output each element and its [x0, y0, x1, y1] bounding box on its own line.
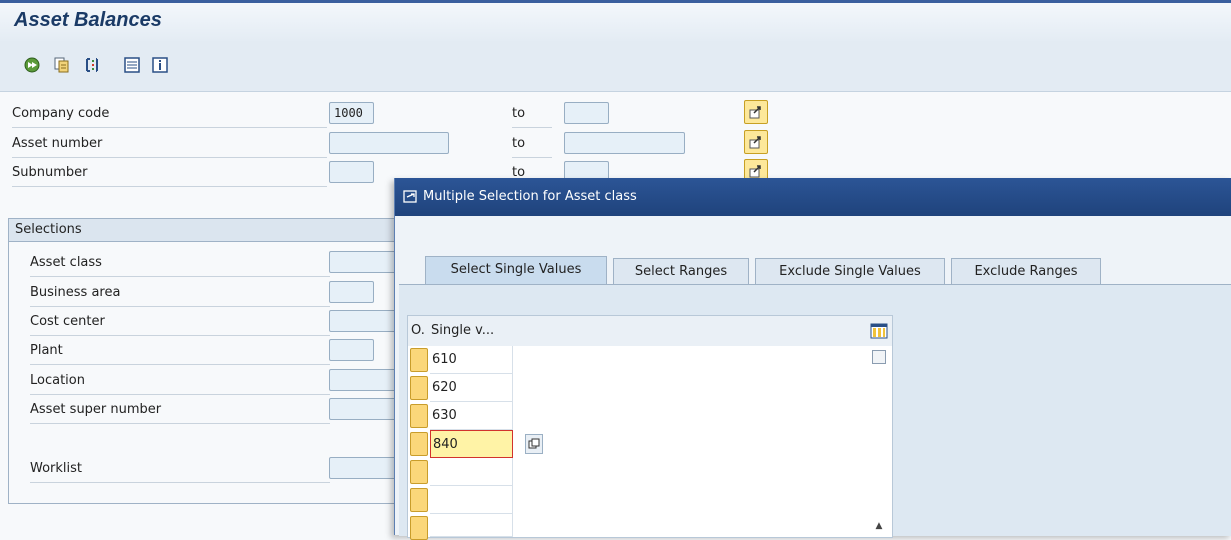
asset-number-label: Asset number [12, 131, 327, 158]
plant-input[interactable] [329, 339, 374, 361]
row-selector[interactable] [410, 516, 428, 540]
single-value-cell[interactable] [430, 458, 513, 486]
execute-icon[interactable] [22, 55, 42, 75]
asset-super-number-label: Asset super number [30, 397, 330, 424]
selections-group-header: Selections [9, 219, 401, 242]
single-value-cell[interactable] [430, 514, 513, 537]
multiple-selection-arrow-icon [749, 165, 761, 178]
asset-super-number-input[interactable] [329, 398, 399, 420]
dialog-title: Multiple Selection for Asset class [423, 189, 637, 204]
multiple-selection-dialog: Multiple Selection for Asset class Selec… [394, 178, 1231, 540]
company-code-multiple-selection-button[interactable] [744, 100, 768, 124]
single-value-cell[interactable] [430, 486, 513, 514]
business-area-input[interactable] [329, 281, 374, 303]
row-selector[interactable] [410, 348, 428, 372]
selection-options-icon[interactable] [82, 55, 102, 75]
tab-select-ranges[interactable]: Select Ranges [613, 258, 749, 284]
company-code-input[interactable]: 1000 [329, 102, 374, 124]
row-selector[interactable] [410, 432, 428, 456]
get-variant-icon[interactable] [52, 55, 72, 75]
info-icon[interactable] [150, 55, 170, 75]
single-value-cell[interactable]: 620 [430, 374, 513, 402]
asset-number-multiple-selection-button[interactable] [744, 130, 768, 154]
single-value-cell-editing[interactable]: 840 [430, 430, 513, 458]
tab-exclude-single-values[interactable]: Exclude Single Values [755, 258, 945, 284]
column-settings-icon[interactable] [870, 323, 888, 339]
tab-exclude-ranges[interactable]: Exclude Ranges [951, 258, 1101, 284]
cost-center-label: Cost center [30, 309, 330, 336]
business-area-label: Business area [30, 280, 330, 307]
multiple-selection-arrow-icon [749, 136, 761, 149]
plant-label: Plant [30, 338, 330, 365]
company-code-label: Company code [12, 101, 327, 128]
asset-number-to-input[interactable] [564, 132, 685, 154]
asset-number-input[interactable] [329, 132, 449, 154]
single-value-cell[interactable]: 630 [430, 402, 513, 430]
select-all-checkbox[interactable] [872, 350, 886, 364]
worklist-label: Worklist [30, 456, 330, 483]
scroll-up-arrow-icon[interactable]: ▲ [872, 521, 886, 535]
company-code-to-label: to [512, 101, 552, 128]
asset-class-label: Asset class [30, 250, 330, 277]
single-values-table: O. Single v... 610 620 630 840 ▲ [407, 315, 893, 540]
dialog-window-icon [403, 190, 417, 203]
company-code-to-input[interactable] [564, 102, 609, 124]
worklist-input[interactable] [329, 457, 399, 479]
tab-panel-select-single-values: O. Single v... 610 620 630 840 ▲ [399, 284, 1231, 540]
cost-center-input[interactable] [329, 310, 399, 332]
subnumber-input[interactable] [329, 161, 374, 183]
column-header-option[interactable]: O. [411, 323, 425, 338]
title-bar: Asset Balances [0, 3, 1231, 41]
subnumber-label: Subnumber [12, 160, 327, 187]
asset-class-input[interactable] [329, 251, 399, 273]
row-selector[interactable] [410, 488, 428, 512]
single-value-cell[interactable]: 610 [430, 346, 513, 374]
dialog-title-bar[interactable]: Multiple Selection for Asset class [395, 178, 1231, 216]
row-selector[interactable] [410, 376, 428, 400]
value-help-icon[interactable] [525, 434, 543, 454]
location-label: Location [30, 368, 330, 395]
asset-number-to-label: to [512, 131, 552, 158]
row-selector[interactable] [410, 404, 428, 428]
tab-select-single-values[interactable]: Select Single Values [425, 256, 607, 284]
table-header: O. Single v... [408, 316, 892, 346]
dynamic-selections-icon[interactable] [122, 55, 142, 75]
multiple-selection-arrow-icon [749, 106, 761, 119]
row-selector[interactable] [410, 460, 428, 484]
location-input[interactable] [329, 369, 399, 391]
application-toolbar [0, 41, 1231, 92]
page-title: Asset Balances [14, 9, 162, 31]
column-header-single-value[interactable]: Single v... [431, 323, 494, 338]
